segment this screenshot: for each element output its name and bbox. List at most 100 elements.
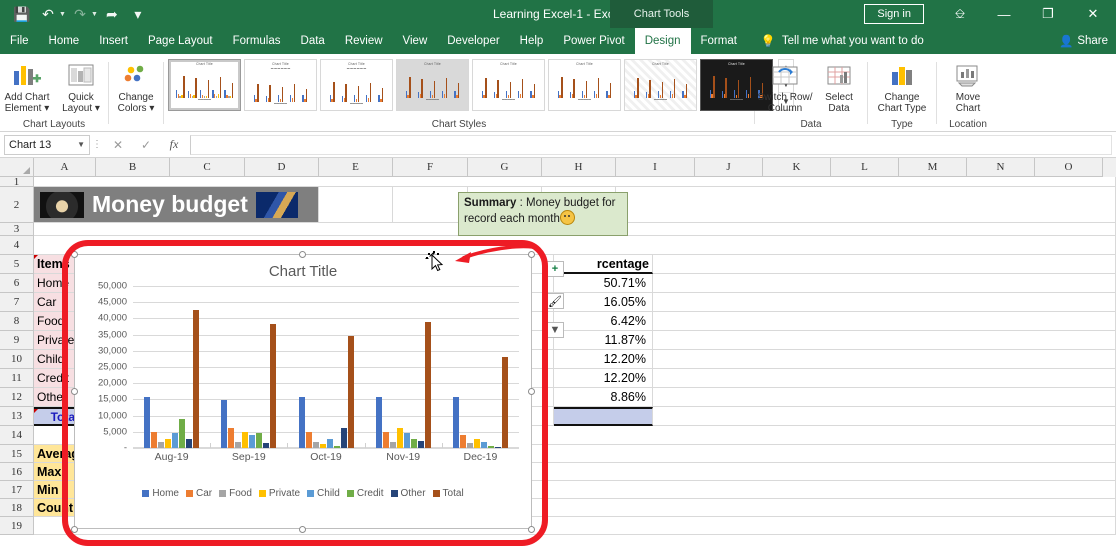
row-header-8[interactable]: 8 [0, 312, 34, 331]
chevron-down-icon[interactable]: ▼ [77, 140, 85, 149]
cell-rest-12[interactable] [653, 388, 1116, 407]
bar-other-oct-19[interactable] [341, 428, 347, 448]
column-header-A[interactable]: A [34, 158, 96, 177]
bar-credit-sep-19[interactable] [256, 433, 262, 448]
cell-rest-8[interactable] [653, 312, 1116, 331]
bar-group-aug-19[interactable] [133, 286, 210, 448]
minimize-icon[interactable]: — [982, 0, 1026, 28]
quick-layout-button[interactable]: Quick Layout ▾ [54, 57, 108, 114]
bar-other-aug-19[interactable] [186, 439, 192, 448]
chevron-down-icon[interactable]: ▾ [95, 103, 100, 114]
row-header-11[interactable]: 11 [0, 369, 34, 388]
name-box[interactable]: Chart 13 ▼ [4, 135, 90, 155]
column-header-O[interactable]: O [1035, 158, 1103, 177]
column-header-N[interactable]: N [967, 158, 1035, 177]
column-header-M[interactable]: M [899, 158, 967, 177]
bar-group-dec-19[interactable] [442, 286, 519, 448]
bar-group-sep-19[interactable] [210, 286, 287, 448]
percentage-car[interactable]: 16.05% [554, 293, 653, 312]
column-header-K[interactable]: K [763, 158, 831, 177]
bar-total-sep-19[interactable] [270, 324, 276, 448]
chart-filter-icon[interactable]: ▼ [546, 322, 564, 338]
chart-styles-brush-icon[interactable]: 🖌 [546, 293, 564, 309]
tab-page-layout[interactable]: Page Layout [138, 28, 223, 54]
resize-handle-bottom-center[interactable] [299, 526, 306, 533]
row-header-5[interactable]: 5 [0, 255, 34, 274]
total-percentage-cell[interactable] [554, 407, 653, 426]
row-header-2[interactable]: 2 [0, 187, 34, 223]
tab-design[interactable]: Design [635, 28, 691, 54]
customize-qat-icon[interactable]: ▾ [126, 3, 150, 25]
resize-handle-middle-left[interactable] [71, 388, 78, 395]
chart-style-thumb-5[interactable]: Chart Title ▬▬▬▬▬ [472, 59, 545, 111]
resize-handle-bottom-left[interactable] [71, 526, 78, 533]
formula-bar-grip[interactable]: ⋮ [90, 139, 104, 150]
legend-item-home[interactable]: Home [142, 488, 179, 499]
tab-home[interactable]: Home [39, 28, 90, 54]
column-header-C[interactable]: C [170, 158, 245, 177]
resize-handle-middle-right[interactable] [528, 388, 535, 395]
bar-home-sep-19[interactable] [221, 400, 227, 448]
tab-power-pivot[interactable]: Power Pivot [553, 28, 634, 54]
bar-private-sep-19[interactable] [242, 432, 248, 448]
chart-style-thumb-6[interactable]: Chart Title ▬▬▬▬▬ [548, 59, 621, 111]
row-header-9[interactable]: 9 [0, 331, 34, 350]
row-header-17[interactable]: 17 [0, 481, 34, 499]
bar-total-nov-19[interactable] [425, 322, 431, 448]
row-header-6[interactable]: 6 [0, 274, 34, 293]
bar-home-dec-19[interactable] [453, 397, 459, 448]
legend-item-credit[interactable]: Credit [347, 488, 384, 499]
chart-style-thumb-2[interactable]: Chart Title ▬ ▬ ▬ ▬ ▬ ▬ ▬▬▬▬▬ [244, 59, 317, 111]
row-4-cells[interactable] [34, 236, 1116, 255]
tab-formulas[interactable]: Formulas [223, 28, 291, 54]
cell-rest-13[interactable] [653, 407, 1116, 426]
chevron-down-icon[interactable]: ▾ [149, 103, 154, 114]
tab-file[interactable]: File [0, 28, 39, 54]
row-1-cells[interactable] [34, 177, 1116, 187]
bar-home-aug-19[interactable] [144, 397, 150, 448]
sign-in-button[interactable]: Sign in [864, 4, 924, 24]
row-header-10[interactable]: 10 [0, 350, 34, 369]
bar-car-dec-19[interactable] [460, 435, 466, 448]
add-chart-element-button[interactable]: Add Chart Element ▾ [0, 57, 54, 114]
bar-car-aug-19[interactable] [151, 432, 157, 448]
column-header-D[interactable]: D [245, 158, 319, 177]
cell-rest-7[interactable] [653, 293, 1116, 312]
tab-developer[interactable]: Developer [437, 28, 509, 54]
chevron-down-icon[interactable]: ▾ [44, 103, 49, 114]
chart-styles-gallery[interactable]: Chart Title ▬▬▬▬▬ Chart Title ▬ ▬ ▬ ▬ ▬ … [164, 57, 794, 111]
select-data-button[interactable]: Select Data [815, 57, 863, 114]
row-header-15[interactable]: 15 [0, 445, 34, 463]
resize-handle-top-left[interactable] [71, 251, 78, 258]
legend-item-car[interactable]: Car [186, 488, 212, 499]
insert-function-icon[interactable]: fx [160, 137, 188, 152]
redo-icon[interactable]: ↷ [68, 3, 92, 25]
bar-total-dec-19[interactable] [502, 357, 508, 448]
percentage-other[interactable]: 8.86% [554, 388, 653, 407]
row-header-7[interactable]: 7 [0, 293, 34, 312]
bar-credit-aug-19[interactable] [179, 419, 185, 448]
cell-rest-10[interactable] [653, 350, 1116, 369]
bar-total-aug-19[interactable] [193, 310, 199, 448]
bar-credit-nov-19[interactable] [411, 439, 417, 448]
tab-view[interactable]: View [393, 28, 438, 54]
tab-review[interactable]: Review [335, 28, 393, 54]
chart-style-thumb-3[interactable]: Chart Title ▬ ▬ ▬ ▬ ▬ ▬ ▬▬▬▬▬ [320, 59, 393, 111]
percentage-child[interactable]: 12.20% [554, 350, 653, 369]
bar-group-oct-19[interactable] [287, 286, 364, 448]
pointer-icon[interactable]: ➦ [100, 3, 124, 25]
bar-other-nov-19[interactable] [418, 441, 424, 448]
column-header-B[interactable]: B [96, 158, 170, 177]
chart-style-thumb-4[interactable]: Chart Title ▬▬▬▬▬ [396, 59, 469, 111]
tab-insert[interactable]: Insert [89, 28, 138, 54]
tab-format[interactable]: Format [691, 28, 747, 54]
change-colors-button[interactable]: Change Colors ▾ [109, 57, 163, 114]
summary-note[interactable]: Summary : Money budget for record each m… [458, 192, 628, 236]
cell-rest-9[interactable] [653, 331, 1116, 350]
cell-E2[interactable] [319, 187, 393, 223]
bar-child-nov-19[interactable] [404, 433, 410, 448]
move-chart-button[interactable]: Move Chart [937, 57, 999, 114]
legend-item-private[interactable]: Private [259, 488, 300, 499]
percentage-credit[interactable]: 12.20% [554, 369, 653, 388]
ribbon-display-options-icon[interactable]: ⎒ [938, 0, 982, 28]
